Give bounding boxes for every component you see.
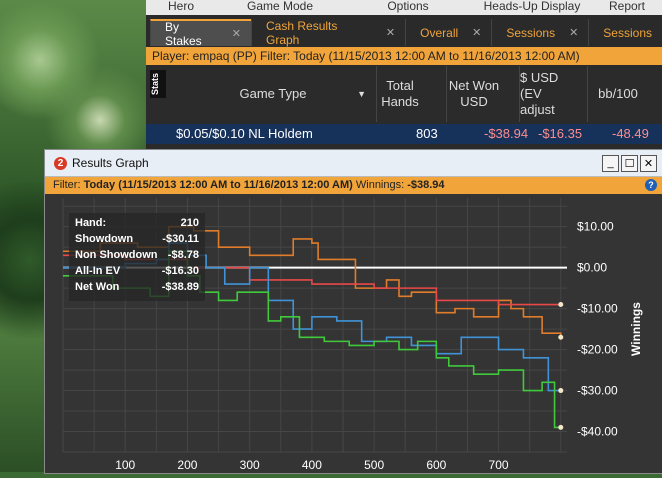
menu-item-hud[interactable]: Heads-Up Display (472, 0, 592, 15)
y-tick-label: $0.00 (577, 261, 607, 275)
tab-sessions-2[interactable]: Sessions (588, 19, 662, 46)
winnings-label: Winnings: (352, 179, 408, 191)
results-graph-window: 2 Results Graph _ ☐ ✕ Filter: Today (11/… (44, 149, 662, 474)
app-logo-icon: 2 (54, 156, 67, 170)
menu-item-hero[interactable]: Hero (146, 0, 216, 15)
x-tick-label: 700 (489, 458, 509, 472)
main-window: Hero Game Mode Options Heads-Up Display … (146, 0, 662, 150)
cell-hands: 803 (416, 126, 438, 141)
close-icon[interactable]: ✕ (386, 26, 395, 39)
sort-arrow-icon[interactable]: ▼ (357, 86, 366, 102)
series-end-point (558, 334, 564, 340)
tab-overall[interactable]: Overall ✕ (405, 19, 491, 46)
x-tick-label: 600 (426, 458, 446, 472)
x-tick-label: 500 (364, 458, 384, 472)
filter-value: Today (11/15/2013 12:00 AM to 11/16/2013… (83, 179, 353, 191)
stats-grid-header: Stats Game Type ▼ Total Hands Net Won US… (146, 66, 662, 124)
column-label: Game Type (239, 86, 307, 101)
stats-button[interactable]: Stats (150, 70, 166, 98)
column-total-hands[interactable]: Total Hands (376, 66, 423, 122)
column-game-type[interactable]: Game Type ▼ (170, 66, 376, 122)
close-icon[interactable]: ✕ (569, 26, 578, 39)
y-axis-label: Winnings (629, 302, 643, 356)
summary-label: Net Won (75, 281, 120, 293)
menu-item-game-mode[interactable]: Game Mode (216, 0, 344, 15)
tab-strip: By Stakes ✕ Cash Results Graph ✕ Overall ✕ … (150, 18, 662, 48)
series-end-point (558, 388, 564, 394)
hand-summary-box: Hand: 210 Showdown -$30.11 Non Showdown -$8… (69, 213, 205, 301)
filter-prefix: Filter: (53, 179, 84, 191)
table-row[interactable]: $0.05/$0.10 NL Holdem 803 -$38.94 -$16.3… (146, 124, 662, 144)
maximize-button[interactable]: ☐ (621, 154, 638, 172)
tab-by-stakes[interactable]: By Stakes ✕ (150, 19, 251, 48)
winnings-value: -$38.94 (407, 179, 445, 191)
y-tick-label: -$10.00 (577, 302, 618, 316)
series-end-point (558, 302, 564, 308)
results-chart: $10.00 $0.00 -$10.00 -$20.00 -$30.00 -$40.00 1… (45, 194, 662, 473)
series-end-point (558, 424, 564, 430)
x-tick-label: 400 (302, 458, 322, 472)
filter-bar: Player: empaq (PP) Filter: Today (11/15/… (146, 47, 662, 65)
tab-label: By Stakes (165, 19, 202, 48)
tab-cash-results-graph[interactable]: Cash Results Graph ✕ (251, 18, 405, 47)
tab-label: Sessions (506, 25, 556, 40)
summary-label: All-In EV (75, 265, 121, 277)
y-tick-label: -$20.00 (577, 343, 618, 357)
tab-label: Overall (420, 25, 459, 40)
menu-item-report[interactable]: Report (592, 0, 662, 15)
column-net-won[interactable]: Net Won USD (446, 66, 501, 122)
column-ev-adjusted[interactable]: $ USD (EV adjust (519, 66, 576, 122)
menu-item-options[interactable]: Options (344, 0, 472, 15)
graph-filter-bar: Filter: Today (11/15/2013 12:00 AM to 11… (45, 177, 662, 194)
close-button[interactable]: ✕ (640, 154, 657, 172)
y-tick-label: $10.00 (577, 220, 614, 234)
y-tick-label: -$40.00 (577, 425, 618, 439)
close-icon[interactable]: ✕ (232, 27, 241, 40)
summary-value: -$38.89 (161, 281, 199, 293)
summary-value: 210 (180, 217, 199, 229)
summary-label: Non Showdown (75, 249, 158, 261)
summary-value: -$30.11 (162, 233, 199, 245)
y-tick-label: -$30.00 (577, 384, 618, 398)
tab-sessions[interactable]: Sessions ✕ (491, 19, 588, 46)
tab-label: Cash Results Graph (266, 18, 338, 47)
title-bar: 2 Results Graph _ ☐ ✕ (45, 150, 662, 177)
minimize-button[interactable]: _ (602, 154, 619, 172)
column-bb100[interactable]: bb/100 (587, 66, 648, 122)
window-title: Results Graph (72, 156, 149, 170)
summary-label: Hand: (75, 217, 107, 229)
cell-game: $0.05/$0.10 NL Holdem (176, 126, 313, 141)
help-icon[interactable]: ? (645, 179, 657, 191)
summary-value: -$8.78 (167, 249, 199, 261)
close-icon[interactable]: ✕ (472, 26, 481, 39)
summary-label: Showdown (75, 233, 134, 245)
x-tick-label: 100 (115, 458, 135, 472)
cell-net-won: -$38.94 (484, 126, 529, 141)
cell-bb100: -48.49 (612, 126, 649, 141)
cell-ev: -$16.35 (538, 126, 583, 141)
x-tick-label: 300 (240, 458, 260, 472)
summary-value: -$16.30 (161, 265, 199, 277)
tab-label: Sessions (603, 25, 652, 40)
x-tick-label: 200 (177, 458, 197, 472)
menu-bar: Hero Game Mode Options Heads-Up Display … (146, 0, 662, 15)
